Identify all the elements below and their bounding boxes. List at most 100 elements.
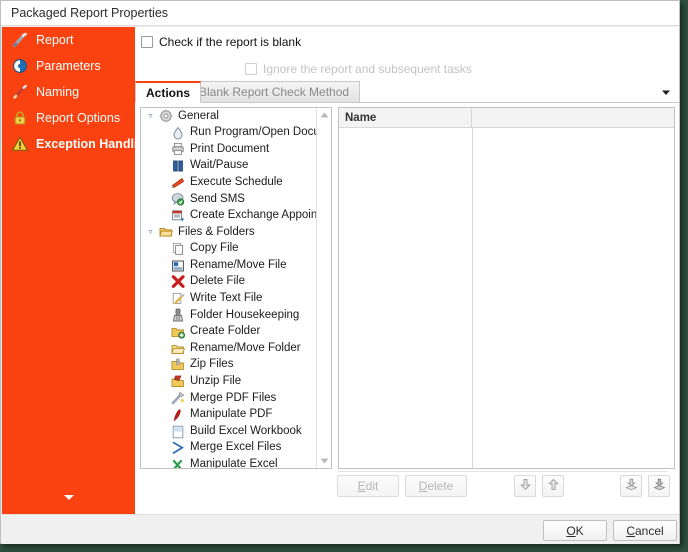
application-window: Packaged Report Properties Report Parame…: [0, 0, 688, 552]
tree-item-label: Unzip File: [190, 375, 242, 388]
sidebar-item-parameters[interactable]: Parameters: [2, 53, 135, 79]
tree-group-label: General: [178, 109, 219, 122]
sidebar-item-label: Exception Handling: [36, 136, 135, 151]
dialog-frame: Packaged Report Properties Report Parame…: [0, 0, 680, 544]
sidebar-navigation: Report Parameters Naming Report Options …: [2, 27, 135, 514]
run-program-icon: [171, 126, 185, 140]
sidebar-item-exception-handling[interactable]: Exception Handling: [2, 131, 135, 157]
tree-group-files-and-folders[interactable]: ▿ Files & Folders: [141, 224, 317, 241]
tree-item-label: Zip Files: [190, 358, 234, 371]
sidebar-item-naming[interactable]: Naming: [2, 79, 135, 105]
tree-item-write-text-file[interactable]: Write Text File: [141, 291, 317, 308]
ignore-report-label: Ignore the report and subsequent tasks: [263, 62, 472, 76]
tree-group-general[interactable]: ▿ General: [141, 108, 317, 125]
execute-schedule-icon: [171, 176, 185, 190]
check-blank-label: Check if the report is blank: [159, 35, 302, 49]
tree-item-create-folder[interactable]: Create Folder: [141, 324, 317, 341]
cancel-button[interactable]: Cancel: [613, 520, 677, 541]
check-blank-row[interactable]: Check if the report is blank: [141, 36, 301, 48]
rename-move-folder-icon: [171, 342, 185, 356]
tab-label: Blank Report Check Method: [199, 85, 350, 99]
grid-column-header-blank[interactable]: [472, 108, 674, 127]
selected-actions-grid[interactable]: Name: [338, 107, 675, 469]
tree-item-send-sms[interactable]: Send SMS: [141, 191, 317, 208]
tree-item-label: Merge PDF Files: [190, 391, 277, 404]
dialog-footer: OK Cancel: [2, 514, 679, 544]
grid-column-label: Name: [345, 111, 377, 124]
write-text-file-icon: [171, 292, 185, 306]
actions-tree-panel: ▿ General Run Program/Open Doc Print Doc…: [140, 107, 332, 469]
pause-icon: [171, 159, 185, 173]
actions-tree[interactable]: ▿ General Run Program/Open Doc Print Doc…: [141, 108, 317, 468]
expander-icon[interactable]: ▿: [145, 112, 156, 120]
window-title: Packaged Report Properties: [11, 6, 169, 20]
rename-move-file-icon: [171, 259, 185, 273]
sidebar-item-report-options[interactable]: Report Options: [2, 105, 135, 131]
parameters-icon: [11, 57, 29, 75]
tab-label: Actions: [146, 85, 191, 100]
tree-item-print-document[interactable]: Print Document: [141, 141, 317, 158]
grid-body[interactable]: [339, 128, 674, 469]
scroll-up-arrow-icon[interactable]: [317, 108, 331, 122]
tree-item-folder-housekeeping[interactable]: Folder Housekeeping: [141, 307, 317, 324]
tree-item-build-excel-workbook[interactable]: Build Excel Workbook: [141, 423, 317, 440]
tree-item-rename-move-file[interactable]: Rename/Move File: [141, 257, 317, 274]
tree-item-run-program-open-document[interactable]: Run Program/Open Document: [141, 125, 317, 142]
export-button[interactable]: [648, 475, 670, 497]
grid-column-header-name[interactable]: Name: [339, 108, 472, 127]
grid-body-column-blank: [473, 128, 674, 469]
move-down-button[interactable]: [514, 475, 536, 497]
delete-button-label: Delete: [418, 479, 454, 493]
sidebar-item-report[interactable]: Report: [2, 27, 135, 53]
edit-button[interactable]: Edit: [337, 475, 399, 497]
tree-item-manipulate-pdf[interactable]: Manipulate PDF: [141, 407, 317, 424]
sidebar-item-label: Naming: [36, 84, 80, 99]
manipulate-excel-icon: [171, 458, 185, 468]
check-blank-checkbox[interactable]: [141, 36, 153, 48]
tab-actions[interactable]: Actions: [135, 81, 202, 103]
tree-item-wait-pause[interactable]: Wait/Pause: [141, 158, 317, 175]
tree-item-label: Folder Housekeeping: [190, 308, 300, 321]
tree-item-merge-pdf-files[interactable]: Merge PDF Files: [141, 390, 317, 407]
delete-button[interactable]: Delete: [405, 475, 467, 497]
merge-excel-icon: [171, 441, 185, 455]
tree-item-manipulate-excel[interactable]: Manipulate Excel: [141, 456, 317, 468]
tree-item-rename-move-folder[interactable]: Rename/Move Folder: [141, 340, 317, 357]
scroll-down-arrow-icon[interactable]: [317, 454, 331, 468]
tree-scrollbar[interactable]: [316, 108, 331, 468]
tree-item-delete-file[interactable]: Delete File: [141, 274, 317, 291]
chevron-down-icon[interactable]: [2, 494, 135, 504]
button-row-separator: [338, 471, 668, 472]
tree-item-unzip-file[interactable]: Unzip File: [141, 374, 317, 391]
import-button[interactable]: [620, 475, 642, 497]
tree-item-execute-schedule[interactable]: Execute Schedule: [141, 174, 317, 191]
copy-file-icon: [171, 242, 185, 256]
tree-item-label: Write Text File: [190, 292, 263, 305]
grid-header-row: Name: [339, 108, 674, 128]
import-icon: [624, 478, 638, 494]
report-pencil-icon: [11, 31, 29, 49]
tree-item-label: Print Document: [190, 142, 270, 155]
tree-item-label: Create Folder: [190, 325, 261, 338]
move-up-button[interactable]: [542, 475, 564, 497]
expander-icon[interactable]: ▿: [145, 228, 156, 236]
tab-blank-report-check-method[interactable]: Blank Report Check Method: [188, 81, 361, 103]
tree-item-zip-files[interactable]: Zip Files: [141, 357, 317, 374]
action-button-row: Edit Delete: [135, 471, 679, 505]
chevron-down-icon[interactable]: [659, 85, 673, 99]
excel-workbook-icon: [171, 425, 185, 439]
tree-item-label: Rename/Move Folder: [190, 341, 301, 354]
edit-button-label: Edit: [357, 479, 379, 493]
zip-files-icon: [171, 358, 185, 372]
unzip-file-icon: [171, 375, 185, 389]
tree-item-copy-file[interactable]: Copy File: [141, 241, 317, 258]
tree-item-create-exchange-appointment[interactable]: Create Exchange Appointment: [141, 208, 317, 225]
tree-item-label: Run Program/Open Document: [190, 126, 317, 139]
pdf-icon: [171, 408, 185, 422]
tree-item-label: Manipulate PDF: [190, 408, 273, 421]
tab-strip: Actions Blank Report Check Method: [135, 81, 679, 103]
ok-button[interactable]: OK: [543, 520, 607, 541]
folder-housekeeping-icon: [171, 308, 185, 322]
naming-pencil-icon: [11, 83, 29, 101]
tree-item-merge-excel-files[interactable]: Merge Excel Files: [141, 440, 317, 457]
